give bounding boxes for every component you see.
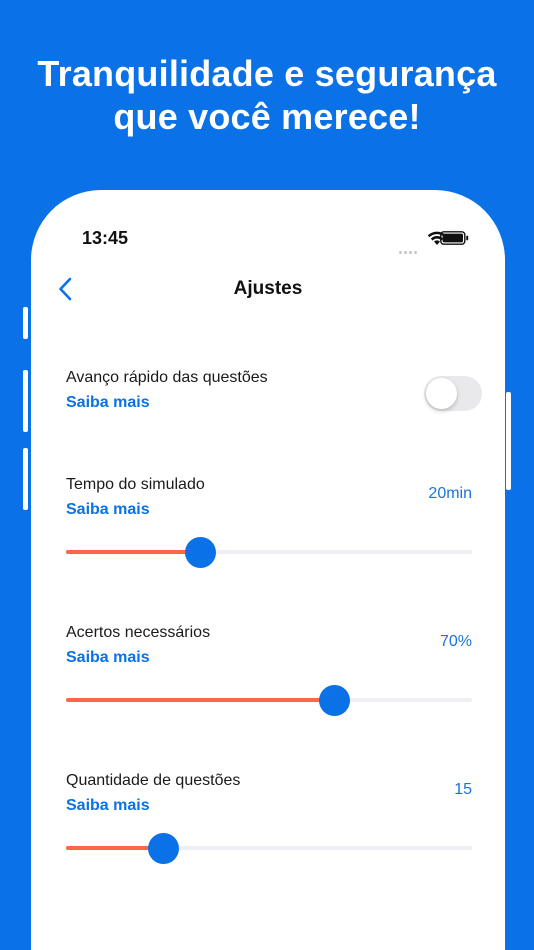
status-bar: 13:45: [31, 190, 505, 270]
setting-exam-time: Tempo do simulado Saiba mais 20min: [66, 475, 472, 575]
slider-thumb[interactable]: [185, 537, 216, 568]
slider-thumb[interactable]: [148, 833, 179, 864]
setting-required-correct: Acertos necessários Saiba mais 70%: [66, 623, 472, 723]
status-time: 13:45: [82, 228, 129, 248]
phone-side-button-volume-down: [23, 448, 28, 510]
slider-fill: [66, 698, 334, 702]
setting-question-count: Quantidade de questões Saiba mais 15: [66, 771, 472, 871]
slider-fill: [66, 550, 200, 554]
phone-side-button-volume-up: [23, 370, 28, 432]
learn-more-link[interactable]: Saiba mais: [66, 501, 150, 519]
learn-more-link[interactable]: Saiba mais: [66, 797, 150, 815]
setting-value: 15: [454, 781, 472, 798]
setting-value: 70%: [439, 633, 472, 650]
headline: Tranquilidade e segurança que você merec…: [0, 52, 534, 138]
phone-screen: 13:45 Ajustes Avanço rápido das questões…: [31, 190, 505, 950]
toggle-knob: [426, 378, 457, 409]
learn-more-link[interactable]: Saiba mais: [66, 649, 150, 667]
fast-advance-toggle[interactable]: [424, 376, 482, 411]
signal-icon: [399, 241, 419, 259]
question-count-slider[interactable]: [66, 830, 472, 864]
headline-line-1: Tranquilidade e segurança: [37, 53, 497, 94]
setting-value: 20min: [428, 485, 472, 502]
navigation-bar: Ajustes: [31, 268, 505, 310]
phone-side-button-mute: [23, 307, 28, 339]
page-title: Ajustes: [233, 278, 303, 299]
required-correct-slider[interactable]: [66, 682, 472, 716]
battery-icon: [440, 231, 469, 245]
setting-fast-advance: Avanço rápido das questões Saiba mais: [66, 368, 482, 428]
setting-label: Quantidade de questões: [66, 772, 241, 789]
setting-label: Tempo do simulado: [66, 476, 205, 493]
slider-thumb[interactable]: [319, 685, 350, 716]
phone-side-button-power: [506, 392, 511, 490]
learn-more-link[interactable]: Saiba mais: [66, 394, 150, 412]
setting-label: Acertos necessários: [66, 624, 211, 641]
headline-line-2: que você merece!: [113, 96, 421, 137]
setting-label: Avanço rápido das questões: [66, 369, 268, 386]
exam-time-slider[interactable]: [66, 534, 472, 568]
